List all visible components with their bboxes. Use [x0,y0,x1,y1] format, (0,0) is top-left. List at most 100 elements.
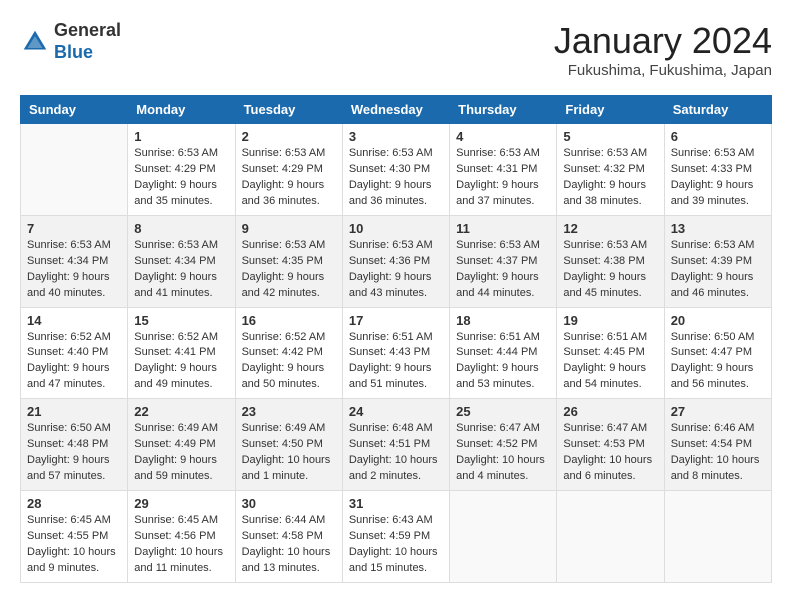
table-row: 17 Sunrise: 6:51 AM Sunset: 4:43 PM Dayli… [342,307,449,399]
day-number: 10 [349,221,443,236]
table-row [21,124,128,216]
day-info: Sunrise: 6:53 AM Sunset: 4:34 PM Dayligh… [134,238,228,302]
table-row: 23Sunrise: 6:49 AM Sunset: 4:50 PM Dayli… [235,399,342,491]
table-row: 9 Sunrise: 6:53 AM Sunset: 4:35 PM Daylig… [235,215,342,307]
day-info: Sunrise: 6:47 AM Sunset: 4:53 PM Dayligh… [563,421,657,485]
day-info: Sunrise: 6:53 AM Sunset: 4:39 PM Dayligh… [671,238,765,302]
day-number: 28 [27,496,121,511]
day-number: 5 [563,129,657,144]
calendar-week-5: 28 Sunrise: 6:45 AM Sunset: 4:55 PM Dayli… [21,491,772,583]
calendar-week-3: 14 Sunrise: 6:52 AM Sunset: 4:40 PM Dayli… [21,307,772,399]
table-row: 5 Sunrise: 6:53 AM Sunset: 4:32 PM Daylig… [557,124,664,216]
day-number: 31 [349,496,443,511]
day-number: 26 [563,404,657,419]
table-row [557,491,664,583]
day-info: Sunrise: 6:46 AM Sunset: 4:54 PM Dayligh… [671,421,765,485]
day-info: Sunrise: 6:50 AM Sunset: 4:48 PM Dayligh… [27,421,121,485]
table-row: 29 Sunrise: 6:45 AM Sunset: 4:56 PM Dayli… [128,491,235,583]
day-number: 16 [242,313,336,328]
calendar-header-row: Sunday Monday Tuesday Wednesday Thursday… [21,96,772,124]
logo-general-text: General [54,20,121,42]
table-row: 21Sunrise: 6:50 AM Sunset: 4:48 PM Dayli… [21,399,128,491]
day-info: Sunrise: 6:52 AM Sunset: 4:40 PM Dayligh… [27,330,121,394]
col-monday: Monday [128,96,235,124]
month-title: January 2024 [554,20,772,62]
day-info: Sunrise: 6:49 AM Sunset: 4:50 PM Dayligh… [242,421,336,485]
table-row: 28 Sunrise: 6:45 AM Sunset: 4:55 PM Dayli… [21,491,128,583]
day-info: Sunrise: 6:43 AM Sunset: 4:59 PM Dayligh… [349,513,443,577]
day-number: 25 [456,404,550,419]
table-row: 25 Sunrise: 6:47 AM Sunset: 4:52 PM Dayli… [450,399,557,491]
day-info: Sunrise: 6:53 AM Sunset: 4:32 PM Dayligh… [563,146,657,210]
day-number: 14 [27,313,121,328]
table-row: 4 Sunrise: 6:53 AM Sunset: 4:31 PM Daylig… [450,124,557,216]
table-row: 13 Sunrise: 6:53 AM Sunset: 4:39 PM Dayli… [664,215,771,307]
day-info: Sunrise: 6:53 AM Sunset: 4:33 PM Dayligh… [671,146,765,210]
day-number: 4 [456,129,550,144]
logo-icon [20,27,50,57]
day-info: Sunrise: 6:44 AM Sunset: 4:58 PM Dayligh… [242,513,336,577]
table-row: 7 Sunrise: 6:53 AM Sunset: 4:34 PM Daylig… [21,215,128,307]
table-row: 20 Sunrise: 6:50 AM Sunset: 4:47 PM Dayli… [664,307,771,399]
calendar-week-1: 1 Sunrise: 6:53 AM Sunset: 4:29 PM Daylig… [21,124,772,216]
day-number: 1 [134,129,228,144]
day-info: Sunrise: 6:53 AM Sunset: 4:34 PM Dayligh… [27,238,121,302]
day-info: Sunrise: 6:53 AM Sunset: 4:31 PM Dayligh… [456,146,550,210]
table-row: 26 Sunrise: 6:47 AM Sunset: 4:53 PM Dayli… [557,399,664,491]
day-number: 8 [134,221,228,236]
day-info: Sunrise: 6:48 AM Sunset: 4:51 PM Dayligh… [349,421,443,485]
day-info: Sunrise: 6:53 AM Sunset: 4:29 PM Dayligh… [242,146,336,210]
day-number: 9 [242,221,336,236]
table-row: 18Sunrise: 6:51 AM Sunset: 4:44 PM Dayli… [450,307,557,399]
table-row: 10 Sunrise: 6:53 AM Sunset: 4:36 PM Dayli… [342,215,449,307]
day-info: Sunrise: 6:53 AM Sunset: 4:35 PM Dayligh… [242,238,336,302]
day-info: Sunrise: 6:53 AM Sunset: 4:37 PM Dayligh… [456,238,550,302]
day-info: Sunrise: 6:47 AM Sunset: 4:52 PM Dayligh… [456,421,550,485]
table-row: 31 Sunrise: 6:43 AM Sunset: 4:59 PM Dayli… [342,491,449,583]
table-row: 11 Sunrise: 6:53 AM Sunset: 4:37 PM Dayli… [450,215,557,307]
table-row [450,491,557,583]
day-number: 6 [671,129,765,144]
col-wednesday: Wednesday [342,96,449,124]
day-info: Sunrise: 6:50 AM Sunset: 4:47 PM Dayligh… [671,330,765,394]
table-row: 12 Sunrise: 6:53 AM Sunset: 4:38 PM Dayli… [557,215,664,307]
day-info: Sunrise: 6:51 AM Sunset: 4:43 PM Dayligh… [349,330,443,394]
day-number: 17 [349,313,443,328]
logo-text: General Blue [54,20,121,63]
day-info: Sunrise: 6:52 AM Sunset: 4:41 PM Dayligh… [134,330,228,394]
day-number: 3 [349,129,443,144]
day-number: 20 [671,313,765,328]
day-info: Sunrise: 6:53 AM Sunset: 4:29 PM Dayligh… [134,146,228,210]
day-info: Sunrise: 6:53 AM Sunset: 4:38 PM Dayligh… [563,238,657,302]
day-info: Sunrise: 6:51 AM Sunset: 4:44 PM Dayligh… [456,330,550,394]
day-number: 24 [349,404,443,419]
day-number: 7 [27,221,121,236]
col-sunday: Sunday [21,96,128,124]
table-row: 22Sunrise: 6:49 AM Sunset: 4:49 PM Dayli… [128,399,235,491]
day-number: 15 [134,313,228,328]
day-number: 12 [563,221,657,236]
day-info: Sunrise: 6:53 AM Sunset: 4:36 PM Dayligh… [349,238,443,302]
table-row: 2Sunrise: 6:53 AM Sunset: 4:29 PM Daylig… [235,124,342,216]
table-row: 30 Sunrise: 6:44 AM Sunset: 4:58 PM Dayli… [235,491,342,583]
table-row: 15 Sunrise: 6:52 AM Sunset: 4:41 PM Dayli… [128,307,235,399]
table-row: 16Sunrise: 6:52 AM Sunset: 4:42 PM Dayli… [235,307,342,399]
day-number: 30 [242,496,336,511]
day-number: 29 [134,496,228,511]
col-thursday: Thursday [450,96,557,124]
table-row: 19Sunrise: 6:51 AM Sunset: 4:45 PM Dayli… [557,307,664,399]
col-friday: Friday [557,96,664,124]
table-row: 14 Sunrise: 6:52 AM Sunset: 4:40 PM Dayli… [21,307,128,399]
title-block: January 2024 Fukushima, Fukushima, Japan [554,20,772,79]
calendar-week-4: 21Sunrise: 6:50 AM Sunset: 4:48 PM Dayli… [21,399,772,491]
table-row: 27Sunrise: 6:46 AM Sunset: 4:54 PM Dayli… [664,399,771,491]
page-header: General Blue January 2024 Fukushima, Fuk… [20,20,772,79]
day-number: 13 [671,221,765,236]
table-row: 6 Sunrise: 6:53 AM Sunset: 4:33 PM Daylig… [664,124,771,216]
day-number: 19 [563,313,657,328]
day-info: Sunrise: 6:45 AM Sunset: 4:55 PM Dayligh… [27,513,121,577]
day-info: Sunrise: 6:45 AM Sunset: 4:56 PM Dayligh… [134,513,228,577]
day-number: 11 [456,221,550,236]
table-row: 24 Sunrise: 6:48 AM Sunset: 4:51 PM Dayli… [342,399,449,491]
day-info: Sunrise: 6:53 AM Sunset: 4:30 PM Dayligh… [349,146,443,210]
